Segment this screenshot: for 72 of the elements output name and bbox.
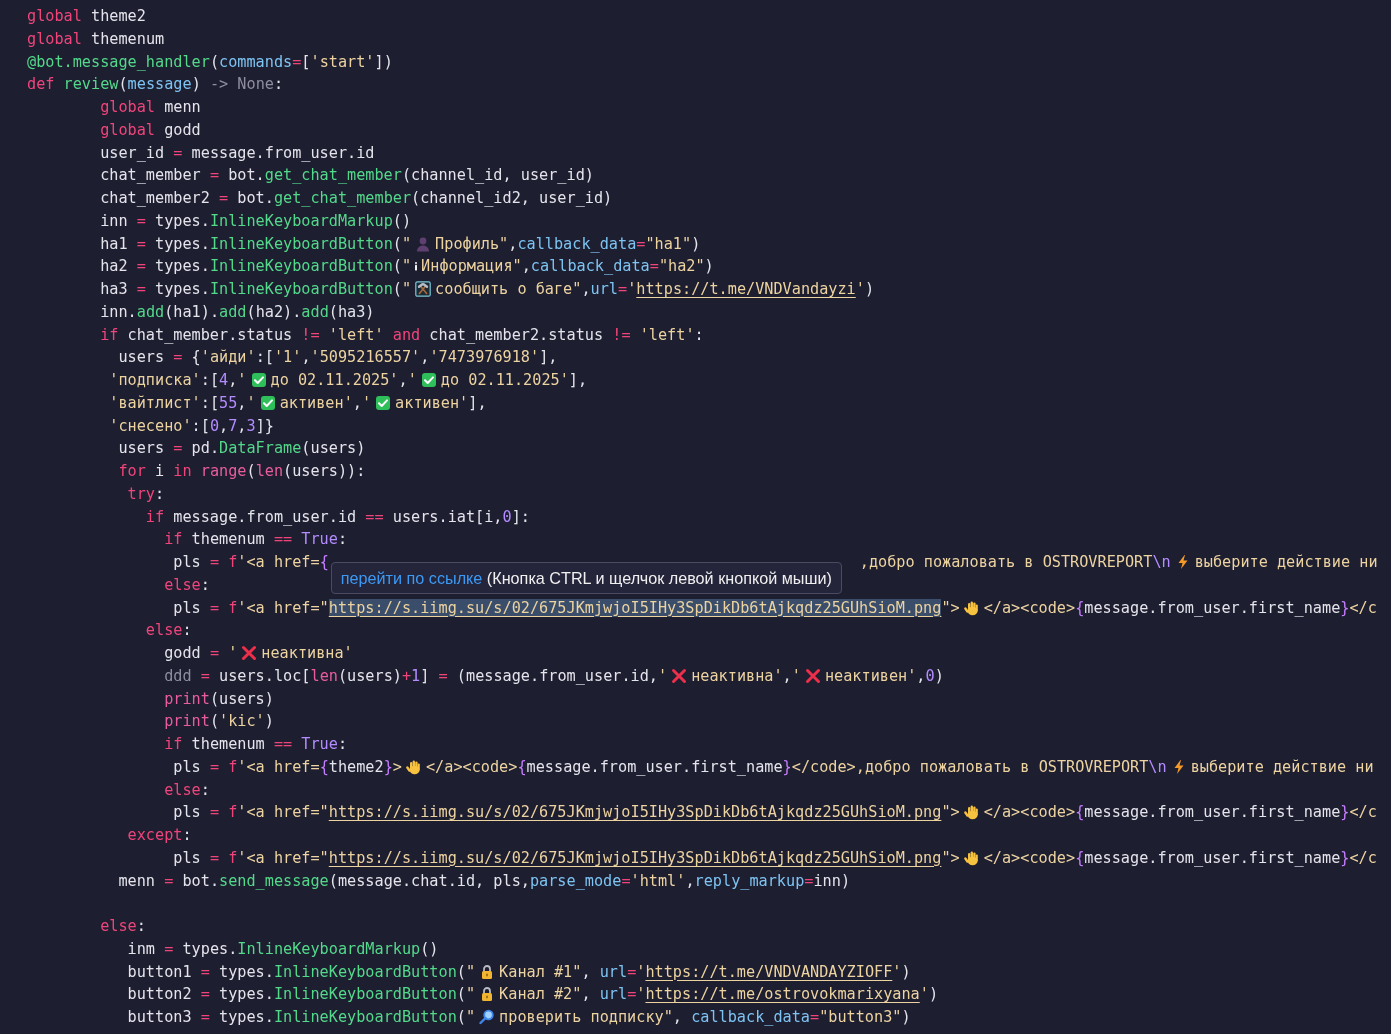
code-link[interactable]: https://s.iimg.su/s/02/675JKmjwjoI5IHy3SpDikDb6tAjkqdz25GUhSioM.png — [328, 598, 942, 617]
code-text: неактивна',' — [691, 666, 801, 685]
code-text: до 02.11.2025',' — [270, 371, 417, 389]
code-text: неактивен',0) — [824, 666, 944, 685]
code-text: pls = f'<a href={ — [172, 553, 329, 571]
code-text: except: — [126, 826, 192, 844]
code-text: inm = types.InlineKeyboardMarkup() — [126, 939, 439, 958]
code-text: Канал #1", url='https://t.me/VNDVANDAYZIOFF') — [499, 962, 911, 981]
code-text: Канал #2", url='https://t.me/ostrovokmarixyana') — [499, 985, 939, 1004]
code-text: pls = f'<a href="https://s.iimg.su/s/02/675JKmjwjoI5IHy3SpDikDb6tAjkqdz25GUhSioM.png"> — [172, 848, 960, 867]
code-text: 'снесено':[0,7,3]} — [108, 416, 274, 435]
code-text: ha1 = types.InlineKeyboardButton(" — [99, 234, 412, 253]
code-text: menn = bot.send_message(message.chat.id, pls,parse_mode='html',reply_markup=inn) — [117, 871, 851, 890]
code-text: Информация",callback_data="ha2") — [421, 257, 714, 276]
code-text: button3 = types.InlineKeyboardButton(" — [126, 1008, 476, 1026]
code-text: users = {'айди':['1','5095216557','7473976918'], — [117, 348, 558, 367]
code-text: if message.from_user.id == users.iat[i,0]: — [144, 507, 530, 526]
code-text: </a><code>{message.from_user.first_name}</code>,добро пожаловать в OSTROVREPORT\n — [425, 757, 1167, 776]
code-text: 'подписка':[4,' — [108, 371, 247, 389]
tooltip-hint: (Кнопка CTRL и щелчок левой кнопкой мыши) — [485, 569, 832, 587]
code-text: global menn — [99, 98, 201, 116]
code-text: if chat_member.status != 'left' and chat_member2.status != 'left': — [99, 325, 704, 344]
code-text: проверить подписку", callback_data="button3") — [499, 1008, 911, 1026]
code-text: if themenum == True: — [163, 530, 348, 549]
code-text: else: — [163, 575, 210, 594]
code-text: </a><code>{message.from_user.first_name}</c — [983, 848, 1377, 867]
code-text: выберите действие ни — [1190, 757, 1374, 776]
code-text: pls = f'<a href="https://s.iimg.su/s/02/675JKmjwjoI5IHy3SpDikDb6tAjkqdz25GUhSioM.png"> — [172, 803, 960, 822]
code-text: else: — [163, 780, 210, 799]
code-text: def review(message) -> None: — [27, 75, 284, 94]
code-text: @bot.message_handler(commands=['start']) — [27, 52, 393, 71]
code-text: ,добро пожаловать в OSTROVREPORT\n — [859, 553, 1171, 571]
code-text: pls = f'<a href={theme2}> — [172, 757, 402, 776]
code-text: global godd — [99, 120, 201, 139]
code-text: inn.add(ha1).add(ha2).add(ha3) — [99, 302, 375, 321]
code-text: pls = f'<a href="https://s.iimg.su/s/02/675JKmjwjoI5IHy3SpDikDb6tAjkqdz25GUhSioM.png"> — [172, 598, 960, 617]
code-text: </a><code>{message.from_user.first_name}</c — [983, 598, 1377, 617]
code-text: user_id = message.from_user.id — [99, 143, 375, 162]
code-text: else: — [144, 621, 192, 640]
code-text: выберите действие ни — [1194, 553, 1378, 571]
code-link[interactable]: https://t.me/ostrovokmarixyana — [645, 985, 920, 1004]
code-text: button1 = types.InlineKeyboardButton(" — [126, 962, 476, 981]
code-text: </a><code>{message.from_user.first_name}</c — [983, 803, 1377, 822]
tooltip-link[interactable]: перейти по ссылке — [340, 569, 483, 587]
code-text: неактивна' — [261, 644, 353, 662]
code-text: global theme2 — [27, 7, 146, 25]
code-text: активен',' — [279, 393, 372, 412]
code-text: global themenum — [27, 29, 165, 48]
code-text: users = pd.DataFrame(users) — [117, 439, 366, 458]
code-text: ha3 = types.InlineKeyboardButton(" — [99, 280, 412, 298]
code-text: button2 = types.InlineKeyboardButton(" — [126, 985, 476, 1004]
code-text: chat_member2 = bot.get_chat_member(channel_id2, user_id) — [99, 189, 613, 207]
code-text: Профиль",callback_data="ha1") — [435, 234, 701, 253]
code-text: chat_member = bot.get_chat_member(channel_id, user_id) — [99, 166, 594, 185]
code-link[interactable]: https://s.iimg.su/s/02/675JKmjwjoI5IHy3SpDikDb6tAjkqdz25GUhSioM.png — [328, 848, 942, 867]
code-text: активен'], — [395, 393, 487, 412]
code-text: до 02.11.2025'], — [440, 371, 588, 389]
code-text: try: — [126, 484, 165, 503]
code-text: ddd = users.loc[len(users)+1] = (message.from_user.id,' — [163, 666, 668, 685]
code-link[interactable]: https://t.me/VNDVandayzi — [636, 280, 856, 298]
code-link[interactable]: https://s.iimg.su/s/02/675JKmjwjoI5IHy3SpDikDb6tAjkqdz25GUhSioM.png — [328, 803, 942, 822]
code-link[interactable]: https://t.me/VNDVANDAYZIOFF — [645, 962, 893, 981]
code-text: print('kic') — [163, 712, 274, 731]
code-text: if themenum == True: — [163, 735, 348, 753]
code-text: godd = ' — [163, 644, 238, 662]
code-text: else: — [99, 917, 146, 935]
code-text: print(users) — [163, 689, 274, 708]
code-text: ha2 = types.InlineKeyboardButton(" — [99, 257, 412, 276]
code-text: inn = types.InlineKeyboardMarkup() — [99, 211, 412, 230]
code-text: 'вайтлист':[55,' — [108, 393, 256, 412]
code-text: сообщить о баге",url='https://t.me/VNDVandayzi') — [435, 280, 875, 298]
code-text: for i in range(len(users)): — [117, 462, 366, 480]
